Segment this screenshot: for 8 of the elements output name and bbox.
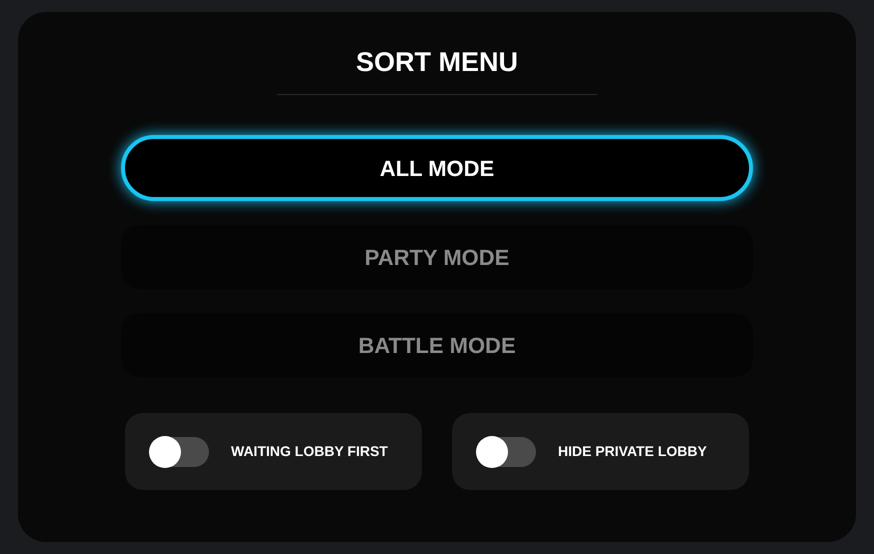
toggle-label: WAITING LOBBY FIRST [231, 442, 388, 461]
toggle-label: HIDE PRIVATE LOBBY [558, 442, 707, 461]
mode-option[interactable]: PARTY MODE [121, 225, 753, 289]
toggle-switch[interactable] [476, 436, 536, 466]
mode-option[interactable]: BATTLE MODE [121, 313, 753, 377]
menu-title: SORT MENU [356, 46, 518, 79]
toggle-switch[interactable] [149, 436, 209, 466]
mode-option[interactable]: ALL MODE [121, 135, 753, 201]
